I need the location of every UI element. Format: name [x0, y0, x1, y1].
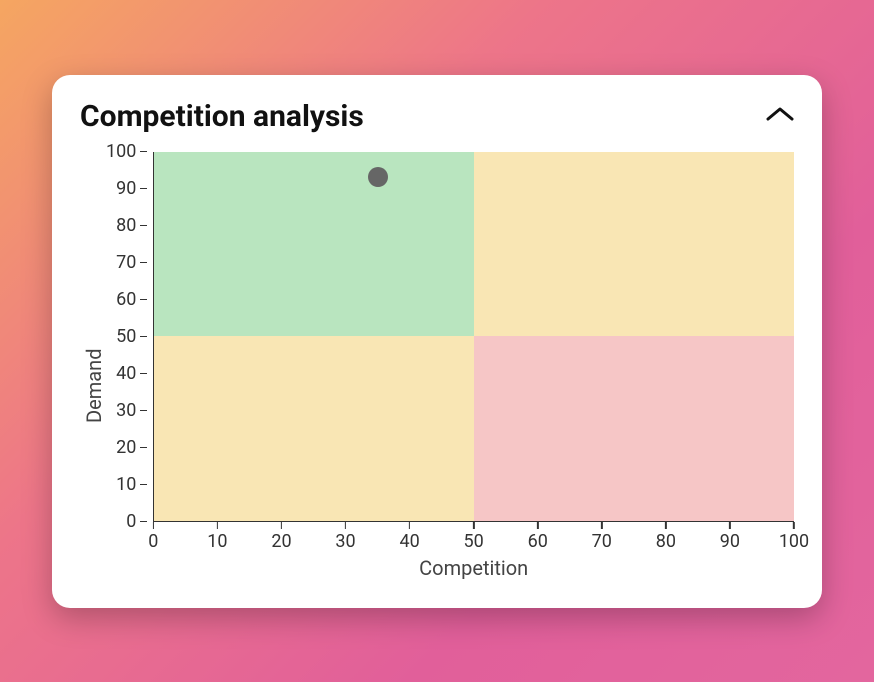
- x-tick-mark: [729, 522, 731, 529]
- x-tick-mark: [281, 522, 283, 529]
- x-axis-label: Competition: [153, 556, 794, 580]
- data-point: [368, 167, 388, 187]
- y-tick-mark: [140, 373, 147, 375]
- x-tick-label: 20: [271, 531, 291, 552]
- x-tick-mark: [793, 522, 795, 529]
- competition-analysis-card: Competition analysis Demand 100908070605…: [52, 75, 822, 608]
- y-tick-mark: [140, 521, 147, 523]
- quadrant-bottom-right: [474, 336, 794, 521]
- x-tick-mark: [153, 522, 155, 529]
- card-header: Competition analysis: [80, 99, 794, 134]
- y-tick-mark: [140, 336, 147, 338]
- x-tick: 30: [335, 522, 355, 552]
- y-axis-label: Demand: [80, 152, 106, 580]
- x-tick: 10: [207, 522, 227, 552]
- x-tick: 0: [148, 522, 158, 552]
- x-tick-mark: [473, 522, 475, 529]
- x-tick-mark: [409, 522, 411, 529]
- y-tick-label: 90: [116, 178, 136, 199]
- x-tick: 40: [399, 522, 419, 552]
- y-axis-ticks: 1009080706050403020100: [106, 152, 153, 522]
- x-tick-label: 30: [335, 531, 355, 552]
- x-tick-mark: [601, 522, 603, 529]
- y-tick-label: 10: [116, 474, 136, 495]
- y-tick-mark: [140, 299, 147, 301]
- y-tick-mark: [140, 484, 147, 486]
- x-tick-label: 40: [399, 531, 419, 552]
- x-tick: 20: [271, 522, 291, 552]
- x-axis-ticks: 0102030405060708090100: [153, 522, 794, 552]
- y-tick-label: 40: [116, 363, 136, 384]
- y-tick-mark: [140, 225, 147, 227]
- x-tick-label: 90: [720, 531, 740, 552]
- collapse-toggle[interactable]: [766, 106, 794, 126]
- y-tick-label: 70: [116, 252, 136, 273]
- plot-area: [153, 152, 794, 522]
- y-tick-label: 100: [106, 141, 136, 162]
- x-tick-label: 0: [148, 531, 158, 552]
- x-tick: 60: [528, 522, 548, 552]
- x-tick-label: 70: [592, 531, 612, 552]
- x-tick-mark: [345, 522, 347, 529]
- y-tick-label: 30: [116, 400, 136, 421]
- x-tick-mark: [537, 522, 539, 529]
- x-tick: 50: [464, 522, 484, 552]
- x-tick-label: 10: [207, 531, 227, 552]
- chart: Demand 1009080706050403020100 0102030405…: [80, 152, 794, 580]
- y-tick-mark: [140, 151, 147, 153]
- x-tick-mark: [217, 522, 219, 529]
- x-tick: 80: [656, 522, 676, 552]
- quadrant-top-left: [154, 152, 474, 337]
- x-tick: 90: [720, 522, 740, 552]
- y-tick-mark: [140, 262, 147, 264]
- x-tick-label: 100: [779, 531, 809, 552]
- x-tick-label: 50: [464, 531, 484, 552]
- y-tick-label: 0: [126, 511, 136, 532]
- y-tick-label: 80: [116, 215, 136, 236]
- x-tick-mark: [665, 522, 667, 529]
- card-title: Competition analysis: [80, 99, 364, 134]
- y-tick-mark: [140, 447, 147, 449]
- quadrant-top-right: [474, 152, 794, 337]
- quadrant-bottom-left: [154, 336, 474, 521]
- x-tick: 100: [779, 522, 809, 552]
- x-tick-label: 60: [528, 531, 548, 552]
- y-tick-mark: [140, 188, 147, 190]
- y-tick-label: 60: [116, 289, 136, 310]
- y-tick-label: 20: [116, 437, 136, 458]
- x-tick: 70: [592, 522, 612, 552]
- x-tick-label: 80: [656, 531, 676, 552]
- y-tick-mark: [140, 410, 147, 412]
- y-tick-label: 50: [116, 326, 136, 347]
- chevron-up-icon: [766, 106, 794, 122]
